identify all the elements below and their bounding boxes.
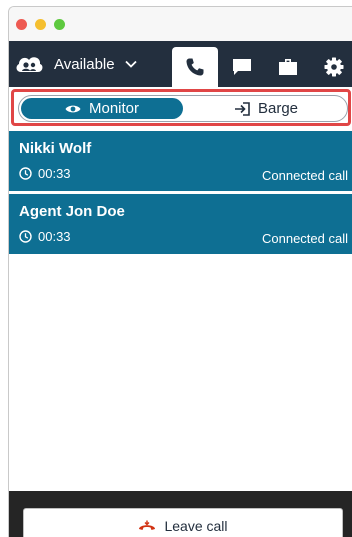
call-footer: Leave call <box>9 491 352 537</box>
agent-status-label: Available <box>54 55 115 73</box>
gear-icon <box>324 57 344 77</box>
chevron-down-icon <box>124 60 137 68</box>
call-item[interactable]: Agent Jon Doe 00:33 Connected call <box>9 194 352 254</box>
call-item[interactable]: Nikki Wolf 00:33 Connected call <box>9 131 352 191</box>
leave-call-icon <box>139 520 156 530</box>
tab-cases[interactable] <box>265 47 311 87</box>
barge-label: Barge <box>257 100 299 117</box>
monitor-button[interactable]: Monitor <box>21 98 183 119</box>
monitor-label: Monitor <box>88 100 140 117</box>
leave-call-button[interactable]: Leave call <box>23 508 343 537</box>
caller-name: Agent Jon Doe <box>19 203 125 220</box>
ccp-window: Available Monitor Barge Nikki Wolf 00:33… <box>8 6 352 537</box>
clock-icon <box>19 230 32 243</box>
call-duration: 00:33 <box>19 229 71 244</box>
tab-settings[interactable] <box>311 47 352 87</box>
cloud-agent-icon <box>16 57 43 72</box>
leave-call-label: Leave call <box>164 518 228 534</box>
minimize-window-button[interactable] <box>35 19 46 30</box>
monitor-barge-toggle: Monitor Barge <box>18 95 348 122</box>
briefcase-icon <box>279 59 297 75</box>
tab-chat[interactable] <box>219 47 265 87</box>
chat-icon <box>233 59 251 75</box>
agent-status-dropdown[interactable]: Available <box>9 41 159 87</box>
caller-name: Nikki Wolf <box>19 140 92 157</box>
barge-in-icon <box>234 101 250 116</box>
eye-icon <box>65 105 81 112</box>
call-duration-value: 00:33 <box>38 229 71 244</box>
call-duration: 00:33 <box>19 166 71 181</box>
barge-button[interactable]: Barge <box>189 98 343 119</box>
divider <box>9 192 352 193</box>
call-status: Connected call <box>262 231 348 246</box>
call-status: Connected call <box>262 168 348 183</box>
close-window-button[interactable] <box>16 19 27 30</box>
clock-icon <box>19 167 32 180</box>
tab-phone[interactable] <box>172 47 218 87</box>
toolbar: Available <box>9 41 352 87</box>
phone-icon <box>186 58 204 76</box>
monitor-barge-area: Monitor Barge <box>9 87 352 127</box>
maximize-window-button[interactable] <box>54 19 65 30</box>
call-duration-value: 00:33 <box>38 166 71 181</box>
title-bar <box>9 7 352 41</box>
